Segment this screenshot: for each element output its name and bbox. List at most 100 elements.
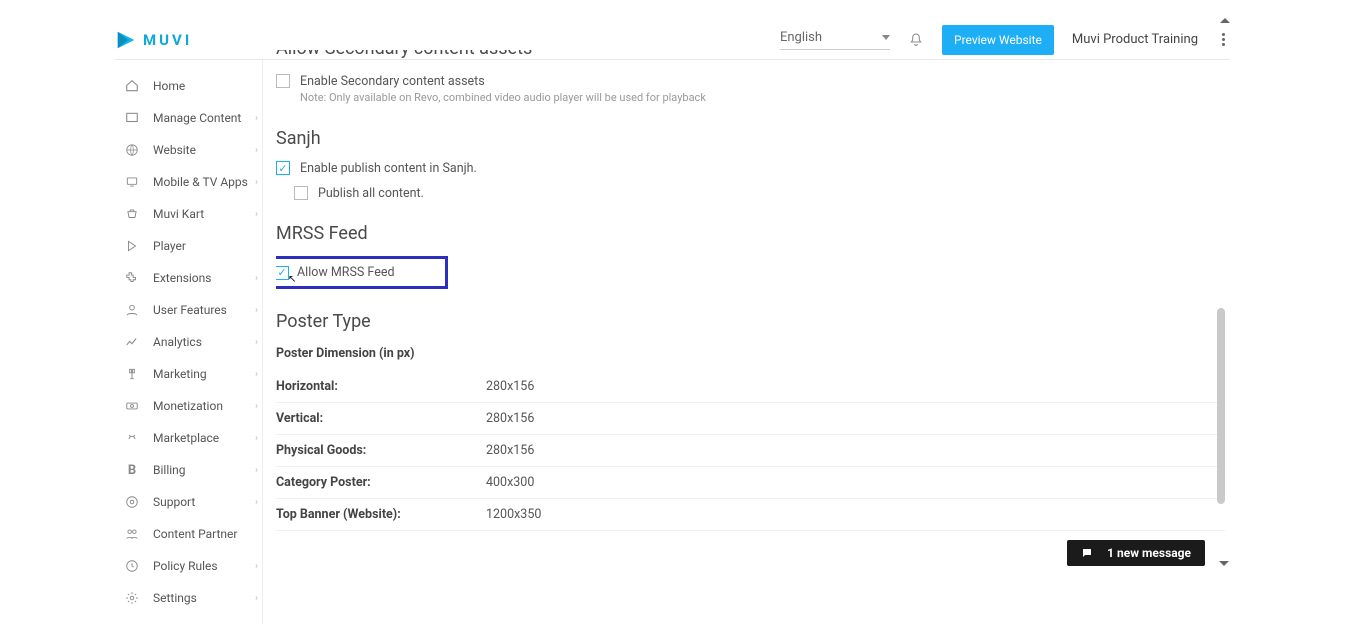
poster-row-label: Category Poster:	[276, 475, 486, 490]
user-icon	[125, 303, 139, 317]
poster-row: Horizontal:280x156	[276, 371, 1225, 403]
new-message-toast[interactable]: 1 new message	[1067, 540, 1205, 566]
sidebar-item-monetization[interactable]: Monetization ›	[121, 390, 262, 422]
home-icon	[125, 79, 139, 93]
sidebar-item-billing[interactable]: B Billing ›	[121, 454, 262, 486]
poster-row-label: Horizontal:	[276, 379, 486, 394]
settings-icon	[125, 591, 139, 605]
poster-row-value[interactable]: 280x156	[486, 379, 886, 394]
partner-icon	[125, 527, 139, 541]
chevron-right-icon: ›	[255, 113, 258, 124]
chevron-right-icon: ›	[255, 369, 258, 380]
sidebar-item-marketing[interactable]: Marketing ›	[121, 358, 262, 390]
chevron-right-icon: ›	[255, 593, 258, 604]
account-name: Muvi Product Training	[1072, 32, 1198, 47]
chevron-right-icon: ›	[255, 305, 258, 316]
poster-row-value[interactable]: 400x300	[486, 475, 886, 490]
sidebar-item-label: Home	[153, 79, 185, 93]
section-mrss-header: MRSS Feed	[276, 223, 1225, 244]
section-poster-header: Poster Type	[276, 311, 1225, 332]
poster-row-value[interactable]: 280x156	[486, 411, 886, 426]
enable-secondary-assets-checkbox[interactable]	[276, 74, 290, 88]
marketing-icon	[125, 367, 139, 381]
marketplace-icon	[125, 431, 139, 445]
sidebar-item-label: Analytics	[153, 335, 202, 349]
policy-icon	[125, 559, 139, 573]
sidebar-item-settings[interactable]: Settings ›	[121, 582, 262, 614]
chevron-right-icon: ›	[255, 433, 258, 444]
chevron-right-icon: ›	[255, 177, 258, 188]
sidebar-item-home[interactable]: Home	[121, 70, 262, 102]
section-secondary-assets-header: Allow Secondary content assets	[276, 50, 1225, 62]
sidebar-item-label: Billing	[153, 463, 186, 477]
sidebar-item-mobile-tv-apps[interactable]: Mobile & TV Apps ›	[121, 166, 262, 198]
billing-icon: B	[125, 463, 139, 477]
sidebar-item-label: Marketing	[153, 367, 207, 381]
poster-row-value[interactable]: 280x156	[486, 443, 886, 458]
sidebar-item-website[interactable]: Website›	[121, 134, 262, 166]
sidebar-item-label: Muvi Kart	[153, 207, 204, 221]
brand-logo[interactable]: MUVI	[115, 29, 192, 51]
enable-sanjh-label: Enable publish content in Sanjh.	[300, 161, 477, 176]
kart-icon	[125, 207, 139, 221]
sidebar-item-label: Player	[153, 239, 186, 253]
main-content: Allow Secondary content assets Enable Se…	[276, 50, 1225, 566]
sidebar-item-extensions[interactable]: Extensions›	[121, 262, 262, 294]
sidebar-item-analytics[interactable]: Analytics ›	[121, 326, 262, 358]
publish-all-checkbox[interactable]	[294, 186, 308, 200]
brand-icon	[115, 29, 137, 51]
monetization-icon	[125, 399, 139, 413]
toast-text: 1 new message	[1107, 546, 1191, 560]
poster-dimension-label: Poster Dimension (in px)	[276, 346, 1225, 361]
player-icon	[125, 239, 139, 253]
mobile-icon	[125, 175, 139, 189]
poster-row-value[interactable]: 1200x350	[486, 507, 886, 522]
sidebar-item-user-features[interactable]: User Features›	[121, 294, 262, 326]
poster-row-label: Physical Goods:	[276, 443, 486, 458]
sidebar-item-label: Mobile & TV Apps	[153, 175, 248, 189]
chevron-right-icon: ›	[255, 209, 258, 220]
poster-row: Vertical:280x156	[276, 403, 1225, 435]
scroll-down-caret-icon[interactable]	[1219, 561, 1229, 566]
poster-row: Top Banner (Website):1200x350	[276, 499, 1225, 531]
enable-secondary-assets-label: Enable Secondary content assets	[300, 74, 706, 89]
language-selector[interactable]: English	[780, 30, 890, 50]
scroll-up-caret-icon[interactable]	[1220, 18, 1230, 23]
sidebar-item-player[interactable]: Player	[121, 230, 262, 262]
poster-row-label: Vertical:	[276, 411, 486, 426]
globe-icon	[125, 143, 139, 157]
secondary-assets-note: Note: Only available on Revo, combined v…	[300, 91, 706, 104]
sidebar: HomeManage Content›Website›Mobile & TV A…	[115, 60, 263, 624]
chat-bubble-icon	[1081, 547, 1093, 559]
scrollbar-thumb[interactable]	[1217, 308, 1225, 504]
mrss-highlight: Allow MRSS Feed	[276, 256, 448, 289]
sidebar-item-label: Extensions	[153, 271, 211, 285]
cursor-pointer-icon: ↖	[288, 274, 296, 285]
sidebar-item-label: Monetization	[153, 399, 223, 413]
poster-row-label: Top Banner (Website):	[276, 507, 486, 522]
analytics-icon	[125, 335, 139, 349]
extensions-icon	[125, 271, 139, 285]
sidebar-item-label: Content Partner	[153, 527, 237, 541]
notifications-icon[interactable]	[908, 32, 924, 48]
sidebar-item-label: Manage Content	[153, 111, 241, 125]
sidebar-item-muvi-kart[interactable]: Muvi Kart ›	[121, 198, 262, 230]
allow-mrss-label: Allow MRSS Feed	[297, 265, 395, 280]
sidebar-item-label: Support	[153, 495, 195, 509]
publish-all-label: Publish all content.	[318, 186, 424, 201]
brand-text: MUVI	[143, 31, 192, 49]
chevron-right-icon: ›	[255, 465, 258, 476]
language-value: English	[780, 30, 822, 45]
chevron-right-icon: ›	[255, 401, 258, 412]
kebab-menu-icon[interactable]	[1216, 33, 1230, 47]
chevron-right-icon: ›	[255, 337, 258, 348]
sidebar-item-content-partner[interactable]: Content Partner	[121, 518, 262, 550]
sidebar-item-marketplace[interactable]: Marketplace›	[121, 422, 262, 454]
chevron-right-icon: ›	[255, 497, 258, 508]
enable-sanjh-checkbox[interactable]	[276, 161, 290, 175]
sidebar-item-manage-content[interactable]: Manage Content ›	[121, 102, 262, 134]
sidebar-item-support[interactable]: Support ›	[121, 486, 262, 518]
sidebar-item-policy-rules[interactable]: Policy Rules›	[121, 550, 262, 582]
section-sanjh-header: Sanjh	[276, 128, 1225, 149]
sidebar-item-label: Settings	[153, 591, 197, 605]
